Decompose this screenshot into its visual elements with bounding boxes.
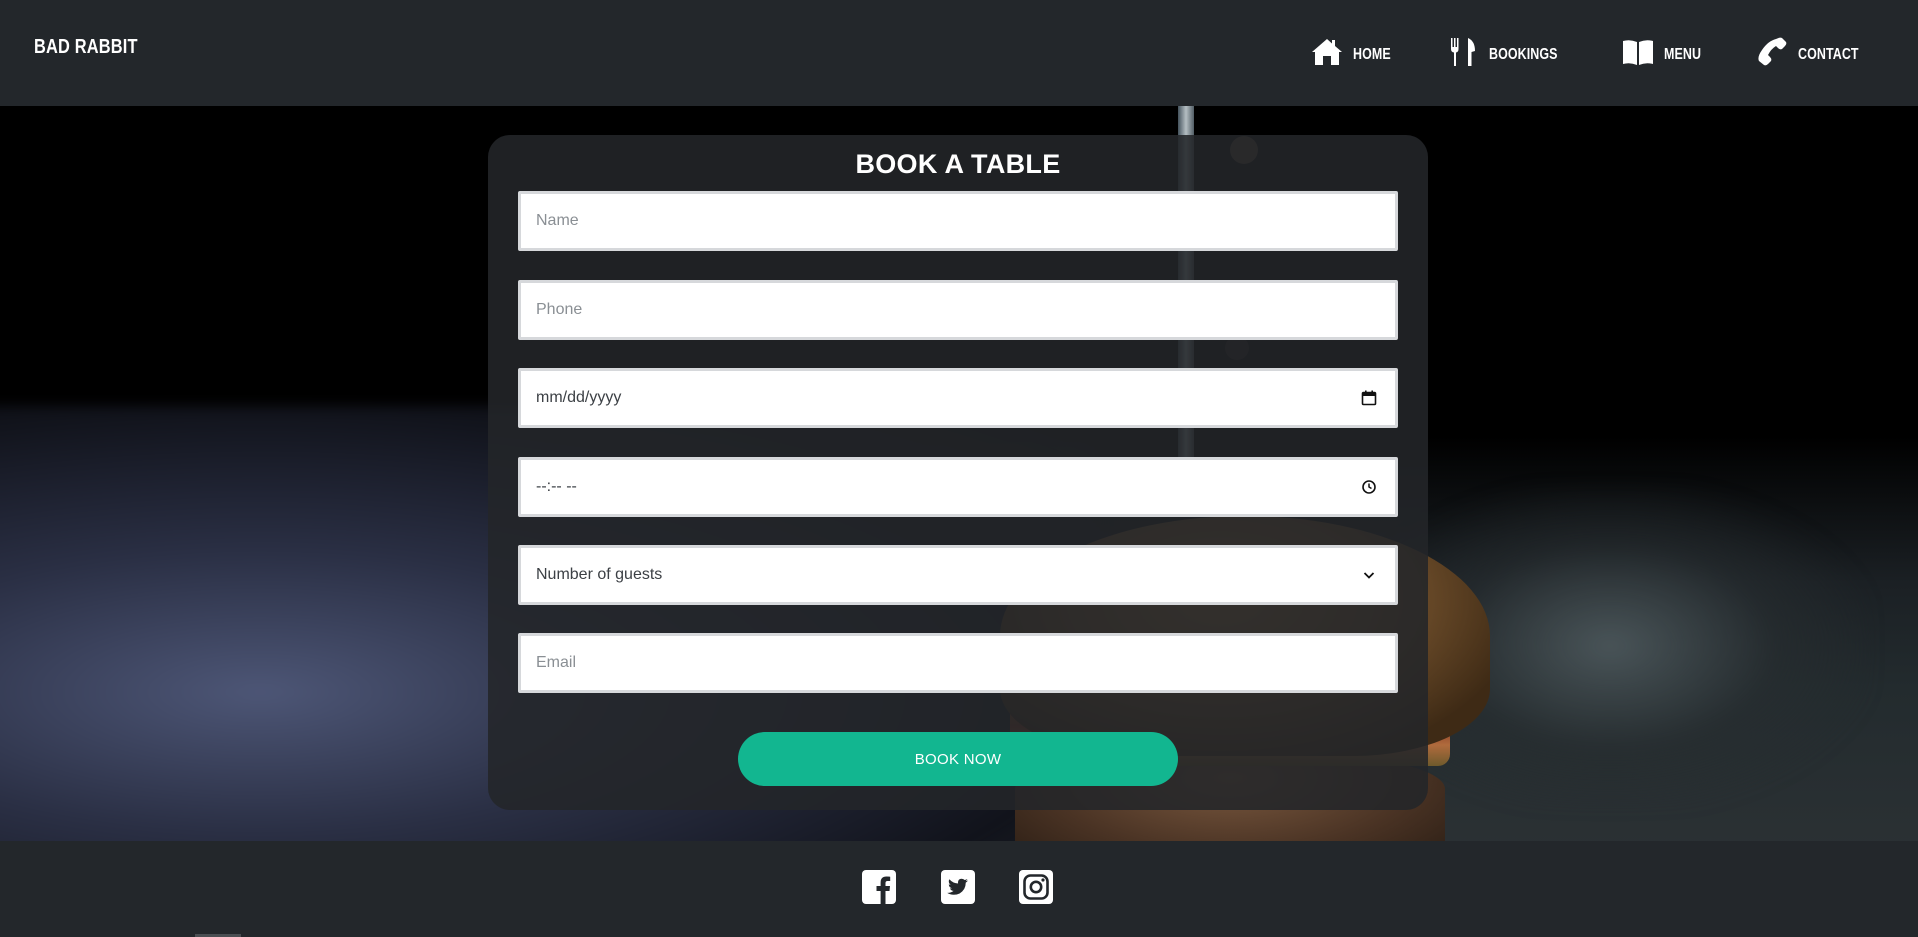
guests-select[interactable]: Number of guests [518,545,1398,605]
twitter-link[interactable] [941,870,975,904]
brand-logo[interactable]: BAD RABBIT [34,36,138,59]
name-input[interactable]: Name [518,191,1398,251]
guests-selected-value: Number of guests [536,566,663,583]
phone-input[interactable]: Phone [518,280,1398,340]
email-input[interactable]: Email [518,633,1398,693]
clock-icon[interactable] [1361,479,1377,495]
date-placeholder: mm/dd/yyyy [536,389,622,406]
nav-label-home: HOME [1353,46,1392,63]
nav-item-home[interactable]: HOME [1311,37,1401,67]
date-input[interactable]: mm/dd/yyyy [518,368,1398,428]
nav-label-menu: MENU [1663,46,1701,63]
booking-form-card: BOOK A TABLE Name Phone mm/dd/yyyy --:--… [488,135,1428,810]
phone-icon [1758,37,1787,66]
utensils-icon [1450,38,1475,66]
instagram-link[interactable] [1019,870,1053,904]
instagram-icon [1019,870,1053,904]
time-input[interactable]: --:-- -- [518,457,1398,517]
book-icon [1622,40,1653,65]
book-now-button[interactable]: BOOK NOW [738,732,1178,786]
site-footer [0,841,1918,937]
nav-item-bookings[interactable]: BOOKINGS [1447,37,1577,67]
booking-title: BOOK A TABLE [855,149,1061,179]
nav-label-bookings: BOOKINGS [1488,46,1558,63]
phone-placeholder: Phone [536,301,583,318]
email-placeholder: Email [536,654,577,671]
main-nav: HOME BOOKINGS MENU CONTACT [1266,37,1876,67]
home-icon [1312,39,1343,65]
nav-label-contact: CONTACT [1798,46,1859,63]
chevron-down-icon [1363,572,1375,579]
name-placeholder: Name [536,212,579,229]
nav-item-contact[interactable]: CONTACT [1756,37,1876,67]
facebook-icon [862,870,896,904]
time-placeholder: --:-- -- [536,478,577,495]
facebook-link[interactable] [862,870,896,904]
site-header: BAD RABBIT HOME BOOKINGS MENU CONTACT [0,0,1918,106]
calendar-icon[interactable] [1361,390,1377,406]
nav-item-menu[interactable]: MENU [1622,37,1712,67]
twitter-icon [941,870,975,904]
